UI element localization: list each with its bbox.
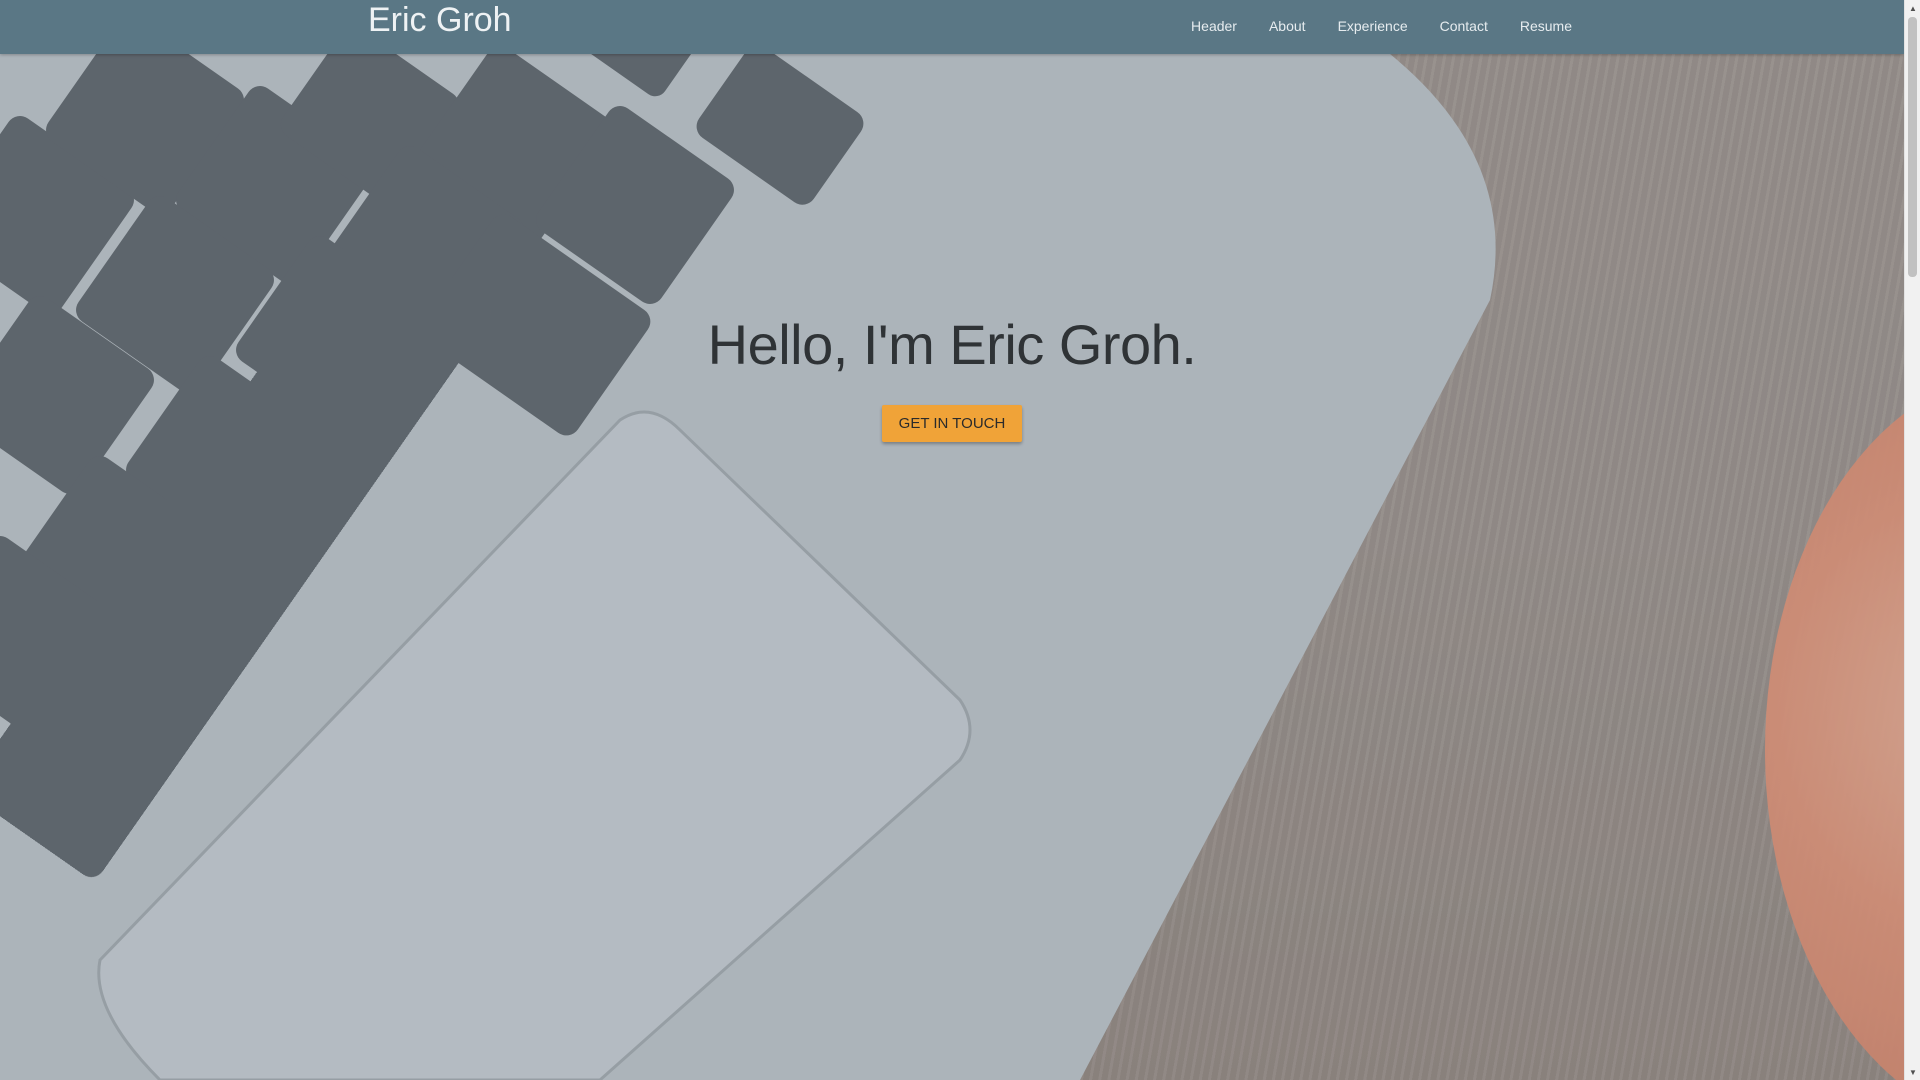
hero-section: Hello, I'm Eric Groh. GET IN TOUCH: [0, 0, 1904, 1080]
scroll-down-arrow-icon[interactable]: ▼: [1905, 1064, 1920, 1080]
nav-item-contact[interactable]: Contact: [1424, 18, 1504, 34]
brand-link[interactable]: Eric Groh: [368, 0, 512, 40]
nav-item-header[interactable]: Header: [1175, 18, 1253, 34]
hero-content: Hello, I'm Eric Groh. GET IN TOUCH: [0, 312, 1904, 442]
vertical-scrollbar[interactable]: ▲ ▼: [1904, 0, 1920, 1080]
navbar: Eric Groh Header About Experience Contac…: [0, 0, 1904, 54]
nav-item-about[interactable]: About: [1253, 18, 1322, 34]
get-in-touch-button[interactable]: GET IN TOUCH: [881, 405, 1023, 442]
nav-item-resume[interactable]: Resume: [1504, 18, 1588, 34]
nav-item-experience[interactable]: Experience: [1322, 18, 1424, 34]
hero-title: Hello, I'm Eric Groh.: [707, 313, 1197, 376]
scrollbar-thumb[interactable]: [1908, 17, 1917, 277]
hero-overlay: [0, 0, 1904, 1080]
main-nav: Header About Experience Contact Resume: [1175, 0, 1588, 52]
scroll-up-arrow-icon[interactable]: ▲: [1905, 0, 1920, 16]
